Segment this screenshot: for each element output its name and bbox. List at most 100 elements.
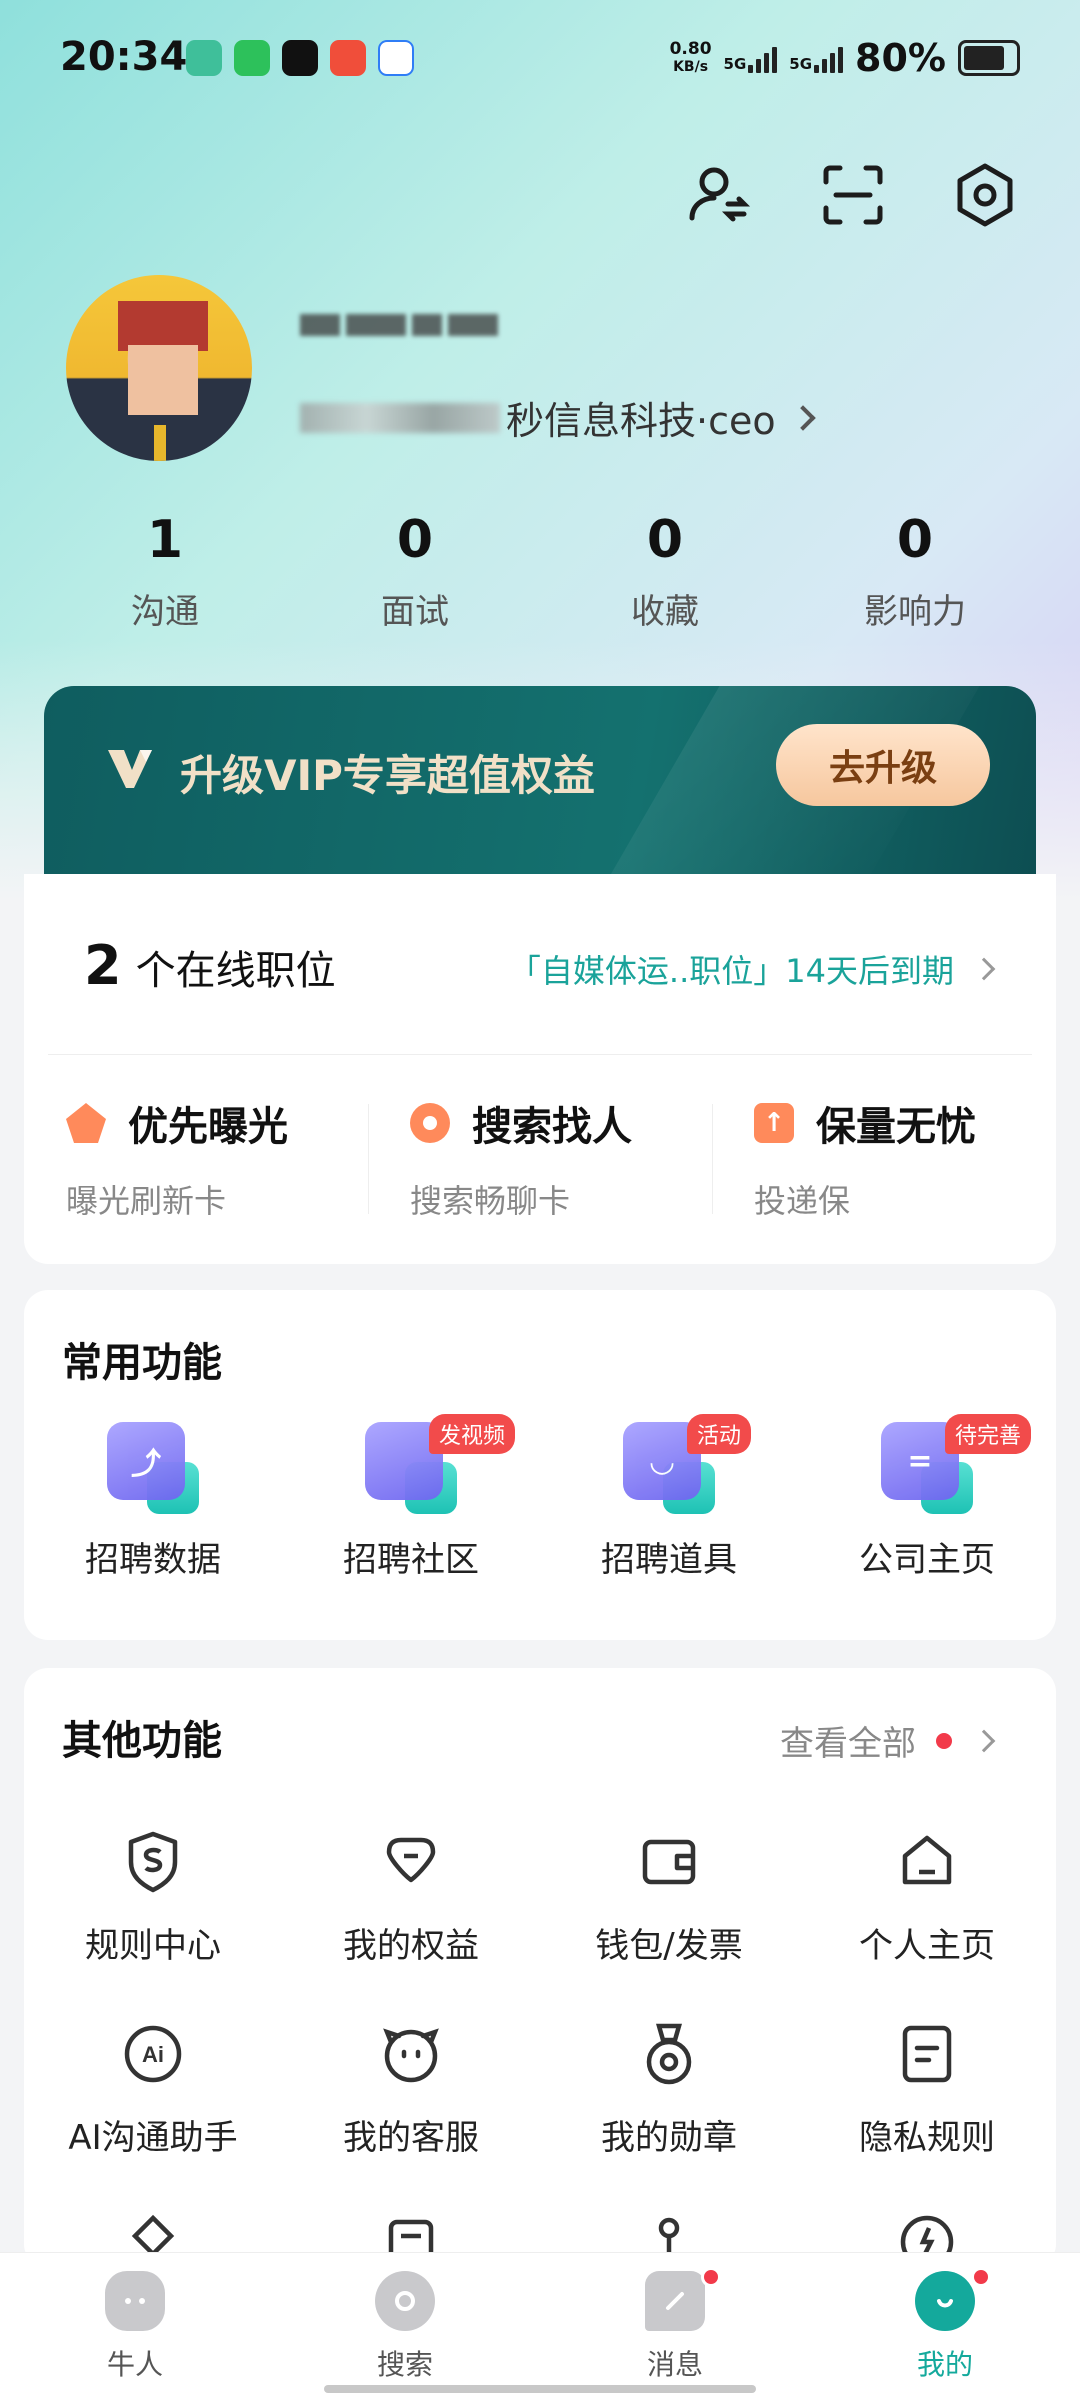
bird-app-icon — [378, 40, 414, 76]
flame-icon — [66, 1103, 106, 1143]
chevron-right-icon — [789, 404, 816, 431]
item-label: 招聘数据 — [85, 1540, 221, 1580]
perk-title: 优先曝光 — [128, 1104, 288, 1150]
nav-label: 我的 — [916, 2348, 973, 2381]
my-benefits-item[interactable]: 我的权益 — [282, 1828, 540, 1967]
item-label: 我的勋章 — [601, 2118, 737, 2158]
perk-title-row: 优先曝光 — [66, 1094, 368, 1152]
nav-talent[interactable]: 牛人 — [0, 2253, 270, 2400]
nav-search[interactable]: 搜索 — [270, 2253, 540, 2400]
stat-label: 影响力 — [864, 592, 966, 632]
chat-app-icon — [186, 40, 222, 76]
item-label: 规则中心 — [85, 1926, 221, 1966]
nav-label: 消息 — [646, 2348, 703, 2381]
red-dot-badge — [936, 1732, 952, 1749]
badge: 活动 — [687, 1414, 752, 1454]
tiktok-icon — [282, 40, 318, 76]
battery-percent: 80% — [855, 36, 946, 80]
online-jobs-label: 个在线职位 — [135, 948, 336, 994]
net-speed-value: 0.80 — [669, 39, 712, 59]
stat-value: 0 — [896, 510, 934, 570]
home-icon — [902, 1835, 952, 1885]
recruit-tools-item[interactable]: ◡ 活动 招聘道具 — [540, 1414, 798, 1581]
stat-communicate[interactable]: 1 沟通 — [40, 510, 290, 633]
perk-priority-exposure[interactable]: 优先曝光 曝光刷新卡 — [24, 1094, 368, 1222]
switch-identity-icon[interactable] — [684, 160, 754, 230]
rules-center-item[interactable]: 规则中心 — [24, 1828, 282, 1967]
chevron-right-icon — [972, 957, 996, 981]
medal-icon — [646, 2023, 692, 2085]
view-all-button[interactable]: 查看全部 — [780, 1716, 996, 1765]
status-time: 20:34 — [60, 34, 188, 80]
unread-dot — [701, 2267, 721, 2287]
stat-influence[interactable]: 0 影响力 — [790, 510, 1040, 633]
privacy-rules-item[interactable]: 隐私规则 — [798, 2020, 1056, 2159]
ai-assistant-item[interactable]: Ai AI沟通助手 — [24, 2020, 282, 2159]
chevron-right-icon — [972, 1729, 996, 1752]
perk-subtitle: 曝光刷新卡 — [66, 1182, 227, 1220]
settings-icon[interactable] — [950, 160, 1020, 230]
stat-value: 0 — [646, 510, 684, 570]
scan-icon[interactable] — [818, 160, 888, 230]
section-title: 其他功能 — [62, 1718, 222, 1764]
common-functions-grid: ⤴ 招聘数据 发视频 招聘社区 ◡ 活动 招聘道具 = 待完善 公司主页 — [24, 1414, 1056, 1581]
perks-row: 优先曝光 曝光刷新卡 搜索找人 搜索畅聊卡 ↑ 保量无忧 投递保 — [24, 1094, 1056, 1222]
vip-text: 升级VIP专享超值权益 — [180, 751, 595, 800]
chart-icon: ⤴ — [107, 1422, 199, 1514]
other-functions-card: 其他功能 查看全部 规则中心 我的权益 钱包/发票 个人主页 Ai AI沟通助手… — [24, 1668, 1056, 2268]
stat-value: 0 — [396, 510, 434, 570]
nav-label: 搜索 — [376, 2348, 433, 2381]
status-right: 0.80 KB/s 5G 5G 80% — [670, 36, 1020, 80]
nav-mine[interactable]: 我的 — [810, 2253, 1080, 2400]
personal-page-item[interactable]: 个人主页 — [798, 1828, 1056, 1967]
vip-banner[interactable]: 升级VIP专享超值权益 去升级 — [44, 686, 1036, 874]
stat-favorites[interactable]: 0 收藏 — [540, 510, 790, 633]
other-functions-row-1: 规则中心 我的权益 钱包/发票 个人主页 — [24, 1828, 1056, 1967]
recruit-data-item[interactable]: ⤴ 招聘数据 — [24, 1422, 282, 1581]
net-speed-unit: KB/s — [673, 59, 709, 75]
search-disc-icon — [375, 2271, 435, 2331]
stat-interview[interactable]: 0 面试 — [290, 510, 540, 633]
perk-subtitle: 投递保 — [754, 1182, 851, 1220]
company-name: 秒信息科技·ceo — [506, 399, 776, 443]
recruit-community-item[interactable]: 发视频 招聘社区 — [282, 1414, 540, 1581]
nav-label: 牛人 — [106, 2348, 163, 2381]
home-indicator[interactable] — [324, 2385, 756, 2393]
item-label: 我的权益 — [343, 1926, 479, 1966]
item-label: 招聘道具 — [601, 1540, 737, 1580]
item-label: 钱包/发票 — [595, 1926, 743, 1966]
stat-value: 1 — [146, 510, 184, 570]
job-expire-notice[interactable]: 「自媒体运..职位」14天后到期 — [509, 946, 996, 992]
wechat-icon — [234, 40, 270, 76]
target-icon — [410, 1103, 450, 1143]
item-label: 公司主页 — [859, 1540, 995, 1580]
perk-title-row: 搜索找人 — [410, 1094, 712, 1152]
online-jobs[interactable]: 2 个在线职位 — [84, 934, 336, 997]
notification-icons — [186, 40, 414, 76]
my-medals-item[interactable]: 我的勋章 — [540, 2020, 798, 2159]
shield-s-icon — [128, 1831, 178, 1893]
avatar[interactable] — [66, 275, 252, 461]
stat-label: 沟通 — [131, 592, 199, 632]
company-page-item[interactable]: = 待完善 公司主页 — [798, 1414, 1056, 1581]
net-speed: 0.80 KB/s — [670, 40, 712, 76]
upgrade-button[interactable]: 去升级 — [776, 724, 990, 806]
battery-icon — [958, 40, 1020, 76]
ai-icon: Ai — [124, 2025, 182, 2083]
item-label: 隐私规则 — [859, 2118, 995, 2158]
stat-label: 面试 — [381, 592, 449, 632]
perk-search-people[interactable]: 搜索找人 搜索畅聊卡 — [368, 1094, 712, 1222]
vip-logo-icon — [108, 750, 152, 788]
signal-bars-icon — [814, 43, 844, 73]
smile-icon — [915, 2271, 975, 2331]
nav-messages[interactable]: 消息 — [540, 2253, 810, 2400]
perk-subtitle: 搜索畅聊卡 — [410, 1182, 571, 1220]
service-icon — [383, 2028, 439, 2083]
wallet-invoice-item[interactable]: 钱包/发票 — [540, 1828, 798, 1967]
perk-guaranteed[interactable]: ↑ 保量无忧 投递保 — [712, 1094, 1056, 1222]
customer-service-item[interactable]: 我的客服 — [282, 2020, 540, 2159]
company-line[interactable]: 秒信息科技·ceo — [300, 390, 816, 445]
company-prefix-redacted — [300, 402, 500, 433]
badge: 待完善 — [945, 1414, 1032, 1454]
network-type-1: 5G — [723, 55, 747, 73]
